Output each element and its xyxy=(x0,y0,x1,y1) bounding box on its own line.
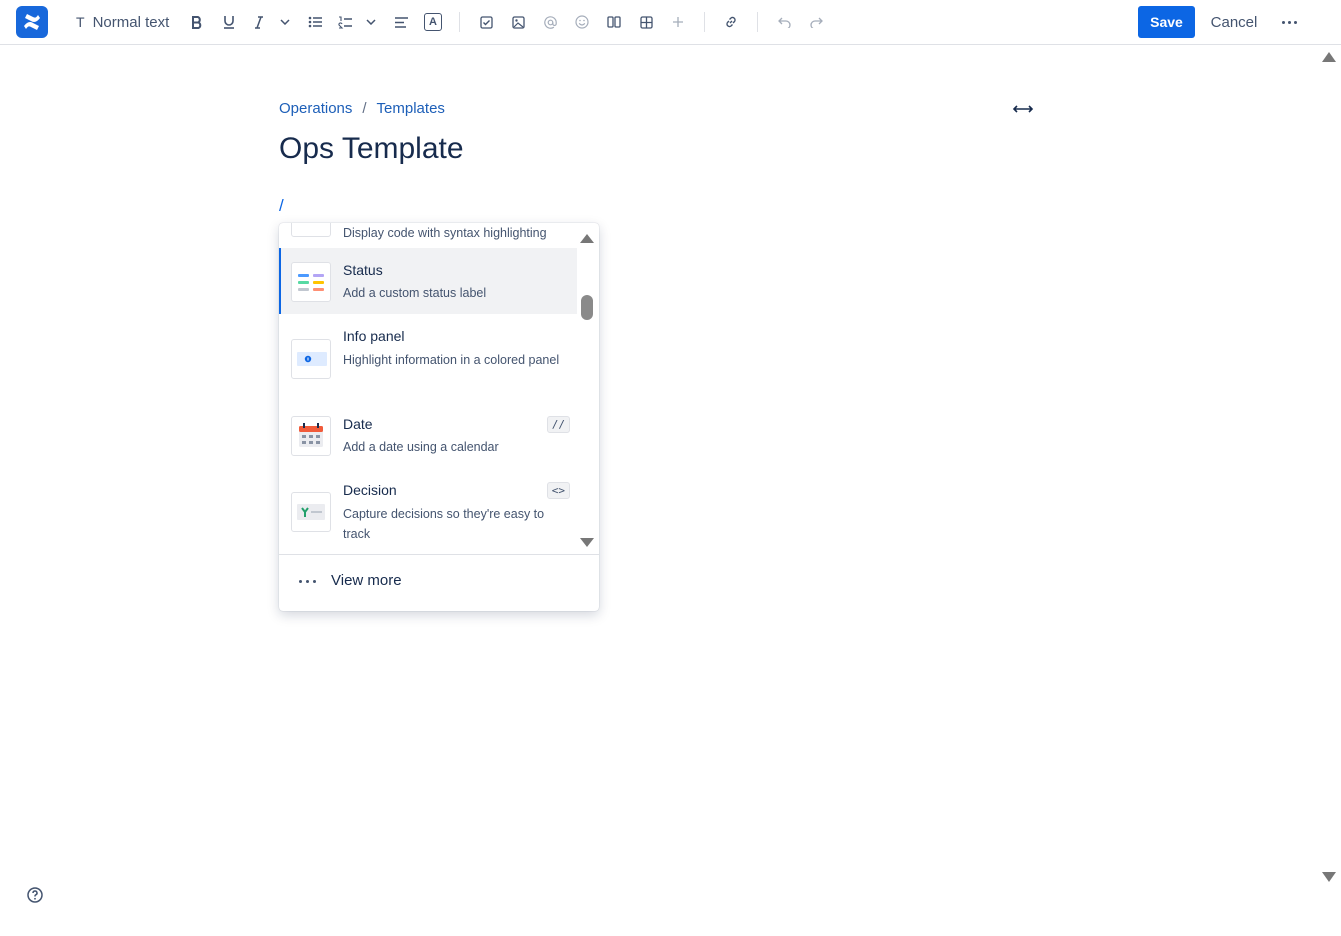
table-icon[interactable] xyxy=(637,10,655,34)
menu-item-desc: Display code with syntax highlighting xyxy=(343,226,547,240)
keyboard-shortcut-badge: <> xyxy=(546,482,570,499)
redo-icon[interactable] xyxy=(807,10,825,34)
info-panel-icon xyxy=(291,339,331,379)
text-style-dropdown[interactable]: T Normal text xyxy=(76,10,176,34)
breadcrumb-separator: / xyxy=(362,100,367,117)
status-icon xyxy=(291,262,331,302)
menu-scroll-up-arrow[interactable] xyxy=(580,234,594,243)
text-style-label: Normal text xyxy=(92,13,170,31)
menu-item-name: Decision xyxy=(343,482,397,498)
image-icon[interactable] xyxy=(509,10,527,34)
cancel-button[interactable]: Cancel xyxy=(1205,6,1263,38)
italic-icon[interactable] xyxy=(250,10,268,34)
menu-item-info-panel[interactable]: Info panel Highlight information in a co… xyxy=(279,314,576,402)
menu-item-name: Date xyxy=(343,416,373,432)
breadcrumb-item-templates[interactable]: Templates xyxy=(377,100,445,117)
menu-list[interactable]: Display code with syntax highlighting St… xyxy=(279,223,577,554)
menu-scrollbar-thumb[interactable] xyxy=(581,295,593,320)
page-title[interactable]: Ops Template xyxy=(279,132,464,166)
toolbar-divider xyxy=(459,12,460,32)
insert-element-menu: Display code with syntax highlighting St… xyxy=(279,223,599,611)
underline-icon[interactable] xyxy=(220,10,238,34)
numbered-list-icon[interactable] xyxy=(336,10,354,34)
menu-item-date[interactable]: Date Add a date using a calendar // xyxy=(279,402,576,468)
view-more-button[interactable]: View more xyxy=(279,554,599,611)
text-color-icon[interactable]: A xyxy=(423,10,443,34)
help-icon[interactable] xyxy=(27,887,43,903)
page-scroll-up-arrow[interactable] xyxy=(1322,52,1336,62)
insert-icon[interactable] xyxy=(669,10,687,34)
menu-item-status[interactable]: Status Add a custom status label xyxy=(279,248,577,314)
slash-command-text[interactable]: / xyxy=(279,196,284,216)
menu-item-name: Info panel xyxy=(343,328,405,344)
text-style-icon: T xyxy=(76,14,85,30)
menu-item-desc: Capture decisions so they're easy to tra… xyxy=(343,507,545,541)
align-icon[interactable] xyxy=(392,10,410,34)
menu-scroll-down-arrow[interactable] xyxy=(580,538,594,547)
link-icon[interactable] xyxy=(722,10,740,34)
menu-item-code-snippet[interactable]: Display code with syntax highlighting xyxy=(279,223,576,247)
bullet-list-icon[interactable] xyxy=(306,10,324,34)
expand-width-icon[interactable] xyxy=(1012,101,1034,117)
keyboard-shortcut-badge: // xyxy=(546,416,570,433)
menu-item-desc: Highlight information in a colored panel xyxy=(343,353,560,367)
text-color-letter: A xyxy=(424,13,442,31)
editor-toolbar: T Normal text A Save Cancel xyxy=(0,0,1341,45)
more-icon[interactable] xyxy=(1276,10,1302,34)
undo-icon[interactable] xyxy=(775,10,793,34)
layout-icon[interactable] xyxy=(605,10,623,34)
emoji-icon[interactable] xyxy=(573,10,591,34)
confluence-logo-icon[interactable] xyxy=(16,6,48,38)
save-button[interactable]: Save xyxy=(1138,6,1195,38)
toolbar-divider xyxy=(704,12,705,32)
mention-icon[interactable] xyxy=(541,10,559,34)
menu-item-name: Status xyxy=(343,262,383,278)
menu-item-desc: Add a custom status label xyxy=(343,286,487,300)
menu-item-desc: Add a date using a calendar xyxy=(343,440,499,454)
chevron-down-icon[interactable] xyxy=(363,10,379,34)
code-snippet-icon xyxy=(291,223,331,237)
toolbar-divider xyxy=(757,12,758,32)
menu-item-decision[interactable]: Decision Capture decisions so they're ea… xyxy=(279,468,576,554)
bold-icon[interactable] xyxy=(188,10,206,34)
calendar-icon xyxy=(291,416,331,456)
view-more-label: View more xyxy=(331,572,402,589)
task-icon[interactable] xyxy=(477,10,495,34)
breadcrumb: Operations / Templates xyxy=(279,100,445,117)
chevron-down-icon[interactable] xyxy=(277,10,293,34)
decision-icon xyxy=(291,492,331,532)
breadcrumb-item-operations[interactable]: Operations xyxy=(279,100,352,117)
more-icon xyxy=(299,580,316,583)
page-scroll-down-arrow[interactable] xyxy=(1322,872,1336,882)
